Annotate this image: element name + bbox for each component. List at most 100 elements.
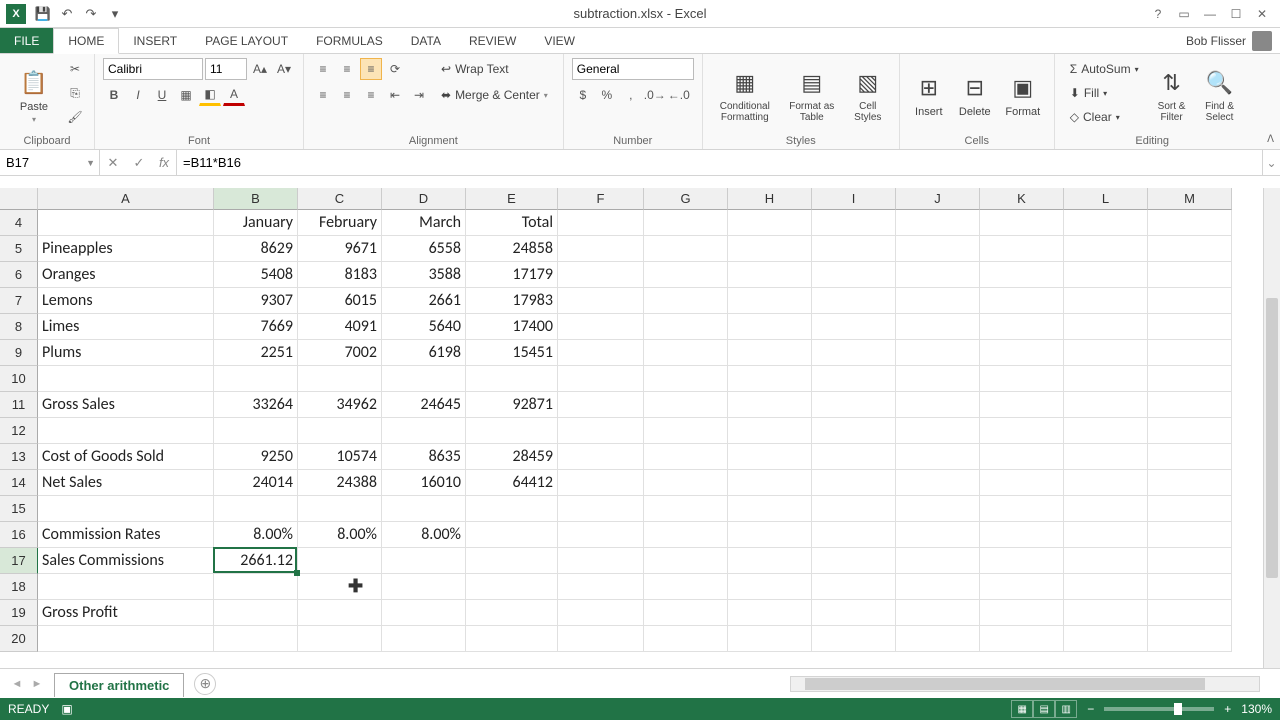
cell-F12[interactable] bbox=[558, 418, 644, 444]
cell-L20[interactable] bbox=[1064, 626, 1148, 652]
save-icon[interactable]: 💾 bbox=[32, 3, 54, 25]
cell-G13[interactable] bbox=[644, 444, 728, 470]
orientation-icon[interactable]: ⟳ bbox=[384, 58, 406, 80]
expand-formula-bar-icon[interactable]: ⌄ bbox=[1262, 150, 1280, 175]
cell-M19[interactable] bbox=[1148, 600, 1232, 626]
sheet-nav-first-icon[interactable]: ◄ bbox=[8, 675, 26, 693]
cell-L18[interactable] bbox=[1064, 574, 1148, 600]
cell-J5[interactable] bbox=[896, 236, 980, 262]
cell-K14[interactable] bbox=[980, 470, 1064, 496]
align-middle-icon[interactable]: ≡ bbox=[336, 58, 358, 80]
cell-H20[interactable] bbox=[728, 626, 812, 652]
cell-H19[interactable] bbox=[728, 600, 812, 626]
copy-icon[interactable]: ⎘ bbox=[64, 82, 86, 104]
vertical-scrollbar[interactable] bbox=[1263, 188, 1280, 668]
cell-G6[interactable] bbox=[644, 262, 728, 288]
cell-G15[interactable] bbox=[644, 496, 728, 522]
cell-H16[interactable] bbox=[728, 522, 812, 548]
cell-G17[interactable] bbox=[644, 548, 728, 574]
increase-decimal-icon[interactable]: .0→ bbox=[644, 84, 666, 106]
cell-K4[interactable] bbox=[980, 210, 1064, 236]
sort-filter-button[interactable]: ⇅Sort & Filter bbox=[1150, 58, 1194, 132]
cell-L14[interactable] bbox=[1064, 470, 1148, 496]
cell-A8[interactable]: Limes bbox=[38, 314, 214, 340]
cell-L7[interactable] bbox=[1064, 288, 1148, 314]
cell-A17[interactable]: Sales Commissions bbox=[38, 548, 214, 574]
cell-F19[interactable] bbox=[558, 600, 644, 626]
cell-K17[interactable] bbox=[980, 548, 1064, 574]
cell-B20[interactable] bbox=[214, 626, 298, 652]
cell-E7[interactable]: 17983 bbox=[466, 288, 558, 314]
cell-H12[interactable] bbox=[728, 418, 812, 444]
cell-I5[interactable] bbox=[812, 236, 896, 262]
row-header-16[interactable]: 16 bbox=[0, 522, 38, 548]
undo-icon[interactable]: ↶ bbox=[56, 3, 78, 25]
cell-B12[interactable] bbox=[214, 418, 298, 444]
cell-J12[interactable] bbox=[896, 418, 980, 444]
cell-A6[interactable]: Oranges bbox=[38, 262, 214, 288]
cell-C20[interactable] bbox=[298, 626, 382, 652]
cell-G7[interactable] bbox=[644, 288, 728, 314]
cell-L8[interactable] bbox=[1064, 314, 1148, 340]
cell-D8[interactable]: 5640 bbox=[382, 314, 466, 340]
cell-B10[interactable] bbox=[214, 366, 298, 392]
row-header-8[interactable]: 8 bbox=[0, 314, 38, 340]
cell-K18[interactable] bbox=[980, 574, 1064, 600]
cell-K7[interactable] bbox=[980, 288, 1064, 314]
cell-A10[interactable] bbox=[38, 366, 214, 392]
maximize-icon[interactable]: ☐ bbox=[1224, 4, 1248, 24]
cell-D13[interactable]: 8635 bbox=[382, 444, 466, 470]
cell-I20[interactable] bbox=[812, 626, 896, 652]
cell-E8[interactable]: 17400 bbox=[466, 314, 558, 340]
row-header-18[interactable]: 18 bbox=[0, 574, 38, 600]
cell-H4[interactable] bbox=[728, 210, 812, 236]
cell-I16[interactable] bbox=[812, 522, 896, 548]
cell-G12[interactable] bbox=[644, 418, 728, 444]
underline-icon[interactable]: U bbox=[151, 84, 173, 106]
column-header-G[interactable]: G bbox=[644, 188, 728, 210]
cell-E4[interactable]: Total bbox=[466, 210, 558, 236]
cell-C8[interactable]: 4091 bbox=[298, 314, 382, 340]
fill-color-icon[interactable]: ◧ bbox=[199, 84, 221, 106]
font-size-combo[interactable]: 11 bbox=[205, 58, 247, 80]
cell-D20[interactable] bbox=[382, 626, 466, 652]
cell-I7[interactable] bbox=[812, 288, 896, 314]
cell-E18[interactable] bbox=[466, 574, 558, 600]
tab-data[interactable]: DATA bbox=[397, 28, 455, 53]
tab-view[interactable]: VIEW bbox=[530, 28, 589, 53]
cell-C13[interactable]: 10574 bbox=[298, 444, 382, 470]
cell-F18[interactable] bbox=[558, 574, 644, 600]
cell-L5[interactable] bbox=[1064, 236, 1148, 262]
cell-G14[interactable] bbox=[644, 470, 728, 496]
cell-I13[interactable] bbox=[812, 444, 896, 470]
cell-J18[interactable] bbox=[896, 574, 980, 600]
cell-I18[interactable] bbox=[812, 574, 896, 600]
page-break-view-icon[interactable]: ▥ bbox=[1055, 700, 1077, 718]
cell-M18[interactable] bbox=[1148, 574, 1232, 600]
cell-L16[interactable] bbox=[1064, 522, 1148, 548]
cell-B15[interactable] bbox=[214, 496, 298, 522]
cell-B9[interactable]: 2251 bbox=[214, 340, 298, 366]
align-bottom-icon[interactable]: ≡ bbox=[360, 58, 382, 80]
format-painter-icon[interactable]: 🖌 bbox=[64, 106, 86, 128]
scrollbar-thumb[interactable] bbox=[1266, 298, 1278, 578]
cell-I4[interactable] bbox=[812, 210, 896, 236]
conditional-formatting-button[interactable]: ▦Conditional Formatting bbox=[711, 58, 779, 132]
cell-C19[interactable] bbox=[298, 600, 382, 626]
select-all-corner[interactable] bbox=[0, 188, 38, 210]
close-icon[interactable]: ✕ bbox=[1250, 4, 1274, 24]
cell-H9[interactable] bbox=[728, 340, 812, 366]
row-header-19[interactable]: 19 bbox=[0, 600, 38, 626]
cell-M4[interactable] bbox=[1148, 210, 1232, 236]
cell-H13[interactable] bbox=[728, 444, 812, 470]
cell-D17[interactable] bbox=[382, 548, 466, 574]
cell-J8[interactable] bbox=[896, 314, 980, 340]
cell-F4[interactable] bbox=[558, 210, 644, 236]
collapse-ribbon-icon[interactable]: ᐱ bbox=[1267, 134, 1274, 145]
cell-D11[interactable]: 24645 bbox=[382, 392, 466, 418]
cell-A18[interactable] bbox=[38, 574, 214, 600]
cell-F9[interactable] bbox=[558, 340, 644, 366]
cell-B19[interactable] bbox=[214, 600, 298, 626]
sheet-tab-active[interactable]: Other arithmetic bbox=[54, 673, 184, 697]
cell-D7[interactable]: 2661 bbox=[382, 288, 466, 314]
